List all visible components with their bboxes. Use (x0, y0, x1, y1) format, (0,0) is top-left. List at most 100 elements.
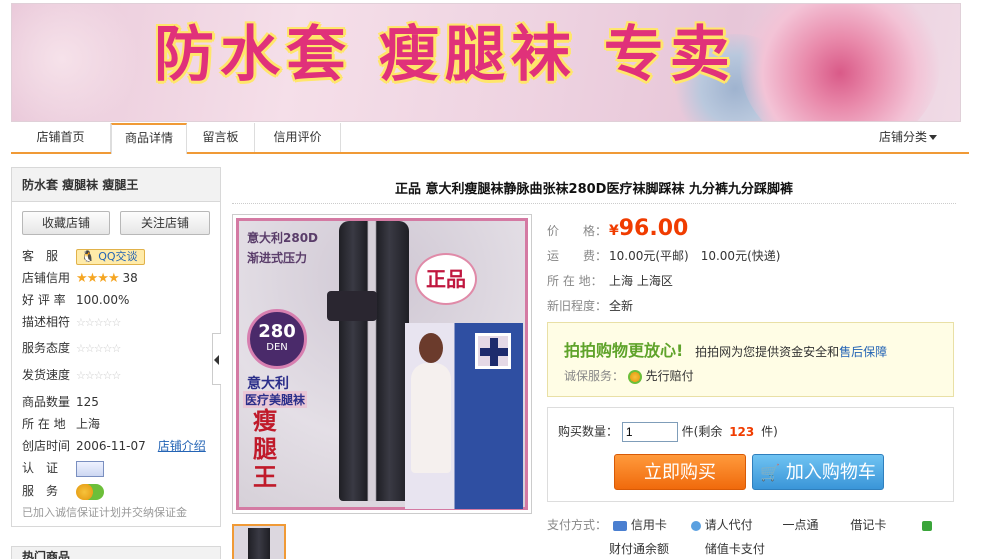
currency-symbol: ¥ (609, 223, 619, 239)
shop-intro-link[interactable]: 店铺介绍 (158, 439, 206, 453)
assurance-box: 拍拍购物更放心! 拍拍网为您提供资金安全和售后保障 诚保服务： 先行赔付 (547, 322, 954, 397)
payment-label: 支付方式： (547, 518, 608, 532)
made-text: 意大利 (247, 376, 289, 392)
handbag (327, 291, 377, 321)
method-label: 信用卡 (630, 518, 667, 532)
authentic-badge: 正品 (415, 253, 477, 305)
attitude-key: 服务态度 (22, 341, 71, 355)
shop-name: 防水套 瘦腿袜 瘦腿王 (12, 168, 220, 202)
slim-text: 瘦腿王 (253, 407, 277, 491)
after-sale-link[interactable]: 售后保障 (839, 345, 887, 359)
guarantee-icon[interactable] (76, 483, 104, 500)
add-to-cart-button[interactable]: 🛒 加入购物车 (752, 454, 884, 490)
shop-info-panel: 防水套 瘦腿袜 瘦腿王 收藏店铺 关注店铺 客 服 🐧 QQ交谈 店铺信用 ★★★★… (11, 167, 221, 527)
stock-value: 123 (729, 424, 755, 439)
desc-match-key: 描述相符 (22, 315, 71, 329)
cart-icon: 🛒 (760, 463, 781, 482)
favorite-shop-button[interactable]: 收藏店铺 (22, 211, 110, 235)
den-badge: 280 DEN (247, 309, 307, 369)
condition-value: 全新 (609, 299, 634, 313)
shipping-value: 10.00元(平邮) 10.00元(快递) (609, 249, 781, 263)
product-main-image[interactable]: 意大利280D 渐进式压力 280 DEN 正品 意大利 医疗美腿袜 瘦腿王 (232, 214, 532, 514)
follow-shop-button[interactable]: 关注店铺 (120, 211, 210, 235)
shipping-speed-key: 发货速度 (22, 368, 71, 382)
model-photo (405, 323, 523, 509)
compensation-icon (627, 369, 642, 384)
credit-value: 38 (122, 271, 138, 285)
tenpay-balance-method: 财付通余额 (609, 542, 670, 556)
price-value: 96.00 (618, 216, 689, 241)
payment-methods: 支付方式： 信用卡 请人代付 一点通 借记卡 (547, 516, 933, 534)
buy-now-button[interactable]: 立即购买 (614, 454, 746, 490)
sub-text: 渐进式压力 (247, 251, 308, 265)
medical-text: 医疗美腿袜 (243, 391, 308, 408)
payment-methods-row2: 财付通余额 储值卡支付 (609, 540, 765, 558)
banner-title: 防水套 瘦腿袜 专卖 (154, 20, 736, 90)
chevron-down-icon (929, 135, 937, 140)
created-value: 2006-11-07 (76, 439, 146, 453)
chevron-left-icon (214, 355, 219, 365)
speed-stars-icon: ☆☆☆☆☆ (76, 369, 121, 382)
shop-nav: 店铺首页 商品详情 留言板 信用评价 店铺分类 (11, 123, 969, 154)
yidiantong-method: 一点通 (774, 516, 838, 534)
dot-icon (842, 520, 847, 531)
product-location-value: 上海 上海区 (609, 274, 673, 288)
hot-items-header: 热门商品 (11, 546, 221, 559)
cert-key: 认 证 (22, 461, 59, 475)
credit-stars-icon: ★★★★ (76, 271, 120, 286)
method-label: 请人代付 (704, 518, 753, 532)
credit-card-icon (612, 520, 627, 531)
banner-flower (12, 4, 142, 121)
product-location-key: 所 在 地： (547, 274, 603, 288)
stock-prefix: 件(剩余 (681, 424, 723, 439)
shop-location-key: 所 在 地 (22, 417, 66, 431)
item-count-key: 商品数量 (22, 395, 71, 409)
stock-suffix: 件) (761, 424, 778, 439)
expand-icon[interactable] (922, 520, 933, 531)
debit-card-method: 借记卡 (842, 516, 918, 534)
dot-icon (774, 520, 779, 531)
shop-location-value: 上海 (76, 417, 101, 431)
shipping-key: 运 费： (547, 249, 608, 263)
product-thumbnail[interactable] (232, 524, 286, 559)
qty-label: 购买数量： (558, 424, 619, 439)
product-photo: 意大利280D 渐进式压力 280 DEN 正品 意大利 医疗美腿袜 瘦腿王 (236, 218, 528, 510)
price-key: 价 格： (547, 224, 608, 238)
stored-card-method: 储值卡支付 (704, 542, 765, 556)
tab-credit-review[interactable]: 信用评价 (255, 123, 341, 152)
guarantee-note: 已加入诚信保证计划并交纳保证金 (22, 506, 187, 519)
purchase-box: 购买数量： 件(剩余 123 件) 立即购买 🛒 加入购物车 (547, 407, 954, 502)
assurance-service-value: 先行赔付 (645, 369, 694, 383)
tab-product-detail[interactable]: 商品详情 (111, 123, 187, 154)
tab-message-board[interactable]: 留言板 (187, 123, 255, 152)
shop-category-dropdown[interactable]: 店铺分类 (879, 123, 937, 152)
service-badge-key: 服 务 (22, 484, 59, 498)
attitude-stars-icon: ☆☆☆☆☆ (76, 342, 121, 355)
rating-key: 好 评 率 (22, 293, 66, 307)
sidebar-collapse-button[interactable] (212, 333, 221, 385)
medical-cross-icon (475, 333, 511, 369)
category-label: 店铺分类 (878, 130, 927, 144)
den-unit: DEN (266, 342, 288, 353)
proxy-pay-method: 请人代付 (690, 516, 771, 534)
cert-icon[interactable] (76, 460, 104, 477)
assurance-headline: 拍拍购物更放心! (564, 341, 684, 360)
item-count-value: 125 (76, 395, 99, 409)
title-divider (232, 203, 956, 204)
desc-stars-icon: ☆☆☆☆☆ (76, 316, 121, 329)
tab-shop-home[interactable]: 店铺首页 (11, 123, 111, 152)
banner-flower (740, 4, 940, 121)
legs-figure (339, 221, 409, 501)
qty-input[interactable] (621, 422, 678, 442)
assurance-desc: 拍拍网为您提供资金安全和 (695, 345, 840, 359)
person-icon (690, 520, 701, 531)
credit-key: 店铺信用 (22, 271, 71, 285)
service-key: 客 服 (22, 249, 59, 263)
den-number: 280 (258, 321, 296, 342)
brand-text: 意大利280D (247, 231, 319, 245)
qq-label: QQ交谈 (98, 250, 138, 263)
rating-value: 100.00% (76, 293, 130, 307)
qq-icon: 🐧 (81, 250, 95, 263)
add-cart-label: 加入购物车 (785, 462, 876, 483)
qq-chat-button[interactable]: 🐧 QQ交谈 (76, 249, 145, 265)
